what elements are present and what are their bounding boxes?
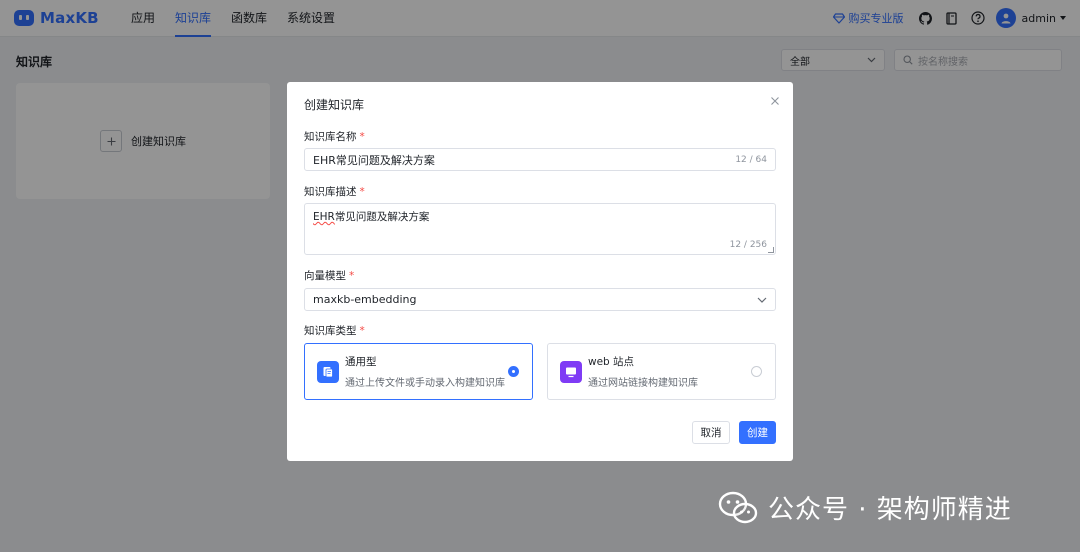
required-mark: * [359, 325, 365, 337]
name-field-label: 知识库名称 * [304, 131, 365, 143]
radio-selected[interactable] [508, 366, 519, 377]
description-text: 常见问题及解决方案 [334, 211, 430, 223]
name-input-value: EHR常见问题及解决方案 [313, 153, 435, 167]
dialog-title: 创建知识库 [304, 98, 365, 112]
chevron-down-icon [757, 297, 767, 303]
radio-unselected[interactable] [751, 366, 762, 377]
embedding-model-select[interactable]: maxkb-embedding [304, 288, 776, 311]
required-mark: * [359, 186, 365, 198]
description-textarea[interactable]: EHR常见问题及解决方案 12 / 256 [304, 203, 776, 255]
cancel-button[interactable]: 取消 [692, 421, 730, 444]
resize-handle-icon[interactable] [768, 247, 774, 253]
monitor-icon [560, 361, 582, 383]
model-field-label: 向量模型 * [304, 270, 355, 282]
type-option-desc: 通过上传文件或手动录入构建知识库 [345, 378, 505, 389]
spellcheck-underlined-text: EHR [313, 211, 335, 223]
type-option-web-site[interactable]: web 站点 通过网站链接构建知识库 [547, 343, 776, 400]
close-icon[interactable] [770, 96, 780, 106]
create-knowledge-base-dialog: 创建知识库 知识库名称 * EHR常见问题及解决方案 12 / 64 知识库描述 *… [287, 82, 793, 461]
document-icon [317, 361, 339, 383]
name-input[interactable]: EHR常见问题及解决方案 12 / 64 [304, 148, 776, 171]
wechat-icon [718, 491, 758, 523]
wechat-watermark: 公众号 · 架构师精进 [718, 489, 1012, 526]
name-char-counter: 12 / 64 [735, 154, 767, 165]
model-select-value: maxkb-embedding [313, 293, 417, 306]
type-option-name: 通用型 [345, 356, 377, 368]
watermark-text: 公众号 · 架构师精进 [768, 495, 1012, 525]
type-option-name: web 站点 [588, 356, 635, 368]
create-button[interactable]: 创建 [739, 421, 776, 444]
required-mark: * [349, 270, 355, 282]
type-option-general[interactable]: 通用型 通过上传文件或手动录入构建知识库 [304, 343, 533, 400]
type-field-label: 知识库类型 * [304, 325, 365, 337]
required-mark: * [359, 131, 365, 143]
type-option-desc: 通过网站链接构建知识库 [588, 378, 698, 389]
description-char-counter: 12 / 256 [729, 240, 767, 250]
description-field-label: 知识库描述 * [304, 186, 365, 198]
